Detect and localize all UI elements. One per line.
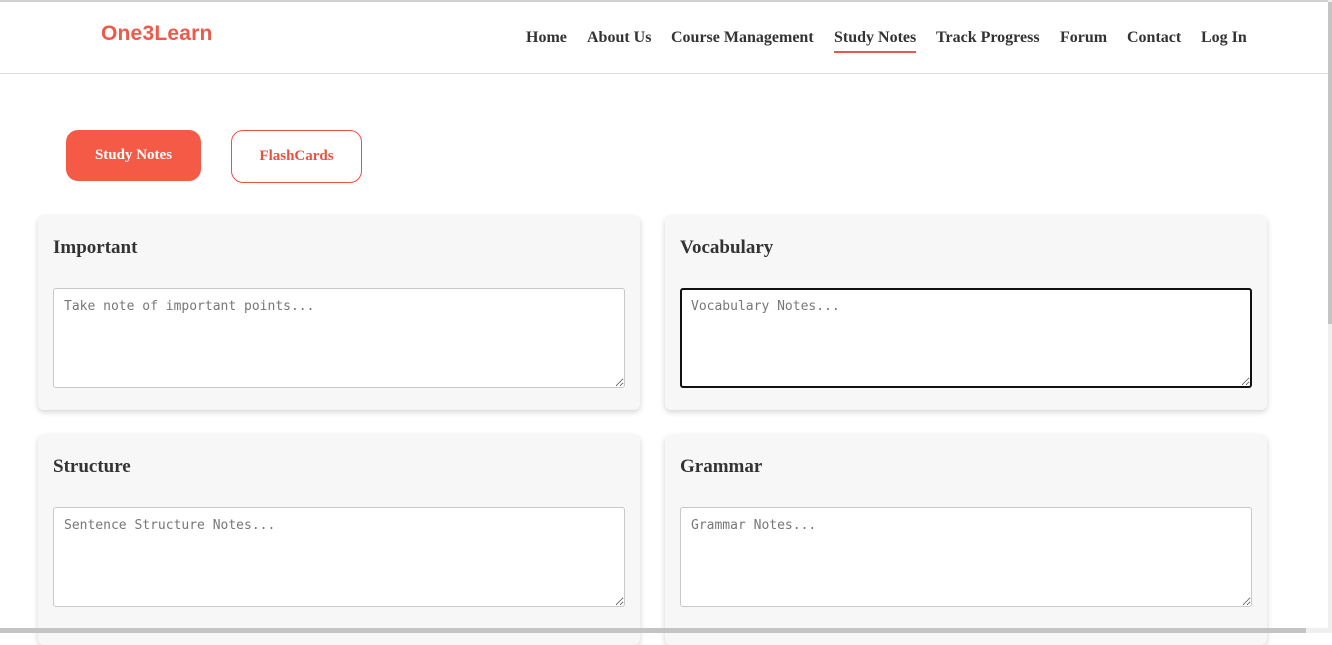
important-card-title: Important: [53, 237, 138, 258]
structure-card: Structure: [38, 435, 640, 645]
vertical-scrollbar-thumb[interactable]: [1328, 2, 1332, 324]
vocabulary-notes-input[interactable]: [680, 288, 1252, 388]
vocabulary-card: Vocabulary: [665, 216, 1267, 410]
nav-contact[interactable]: Contact: [1127, 28, 1181, 48]
structure-card-title: Structure: [53, 456, 131, 477]
horizontal-scrollbar[interactable]: [0, 628, 1332, 633]
nav-course-management[interactable]: Course Management: [671, 28, 814, 48]
nav-log-in[interactable]: Log In: [1201, 28, 1247, 48]
grammar-card: Grammar: [665, 435, 1267, 645]
horizontal-scrollbar-thumb[interactable]: [0, 628, 1306, 633]
nav-home[interactable]: Home: [526, 28, 567, 48]
site-header: One3Learn Home About Us Course Managemen…: [0, 2, 1328, 74]
tab-flashcards[interactable]: FlashCards: [231, 130, 362, 183]
nav-study-notes[interactable]: Study Notes: [834, 28, 917, 53]
important-card: Important: [38, 216, 640, 410]
nav-track-progress[interactable]: Track Progress: [936, 28, 1040, 48]
nav-forum[interactable]: Forum: [1060, 28, 1107, 48]
vertical-scrollbar[interactable]: [1328, 0, 1332, 633]
grammar-notes-input[interactable]: [680, 507, 1252, 607]
main-nav: Home About Us Course Management Study No…: [0, 28, 1328, 58]
structure-notes-input[interactable]: [53, 507, 625, 607]
vocabulary-card-title: Vocabulary: [680, 237, 774, 258]
grammar-card-title: Grammar: [680, 456, 763, 477]
nav-about-us[interactable]: About Us: [587, 28, 651, 48]
important-notes-input[interactable]: [53, 288, 625, 388]
tab-study-notes[interactable]: Study Notes: [66, 130, 201, 181]
